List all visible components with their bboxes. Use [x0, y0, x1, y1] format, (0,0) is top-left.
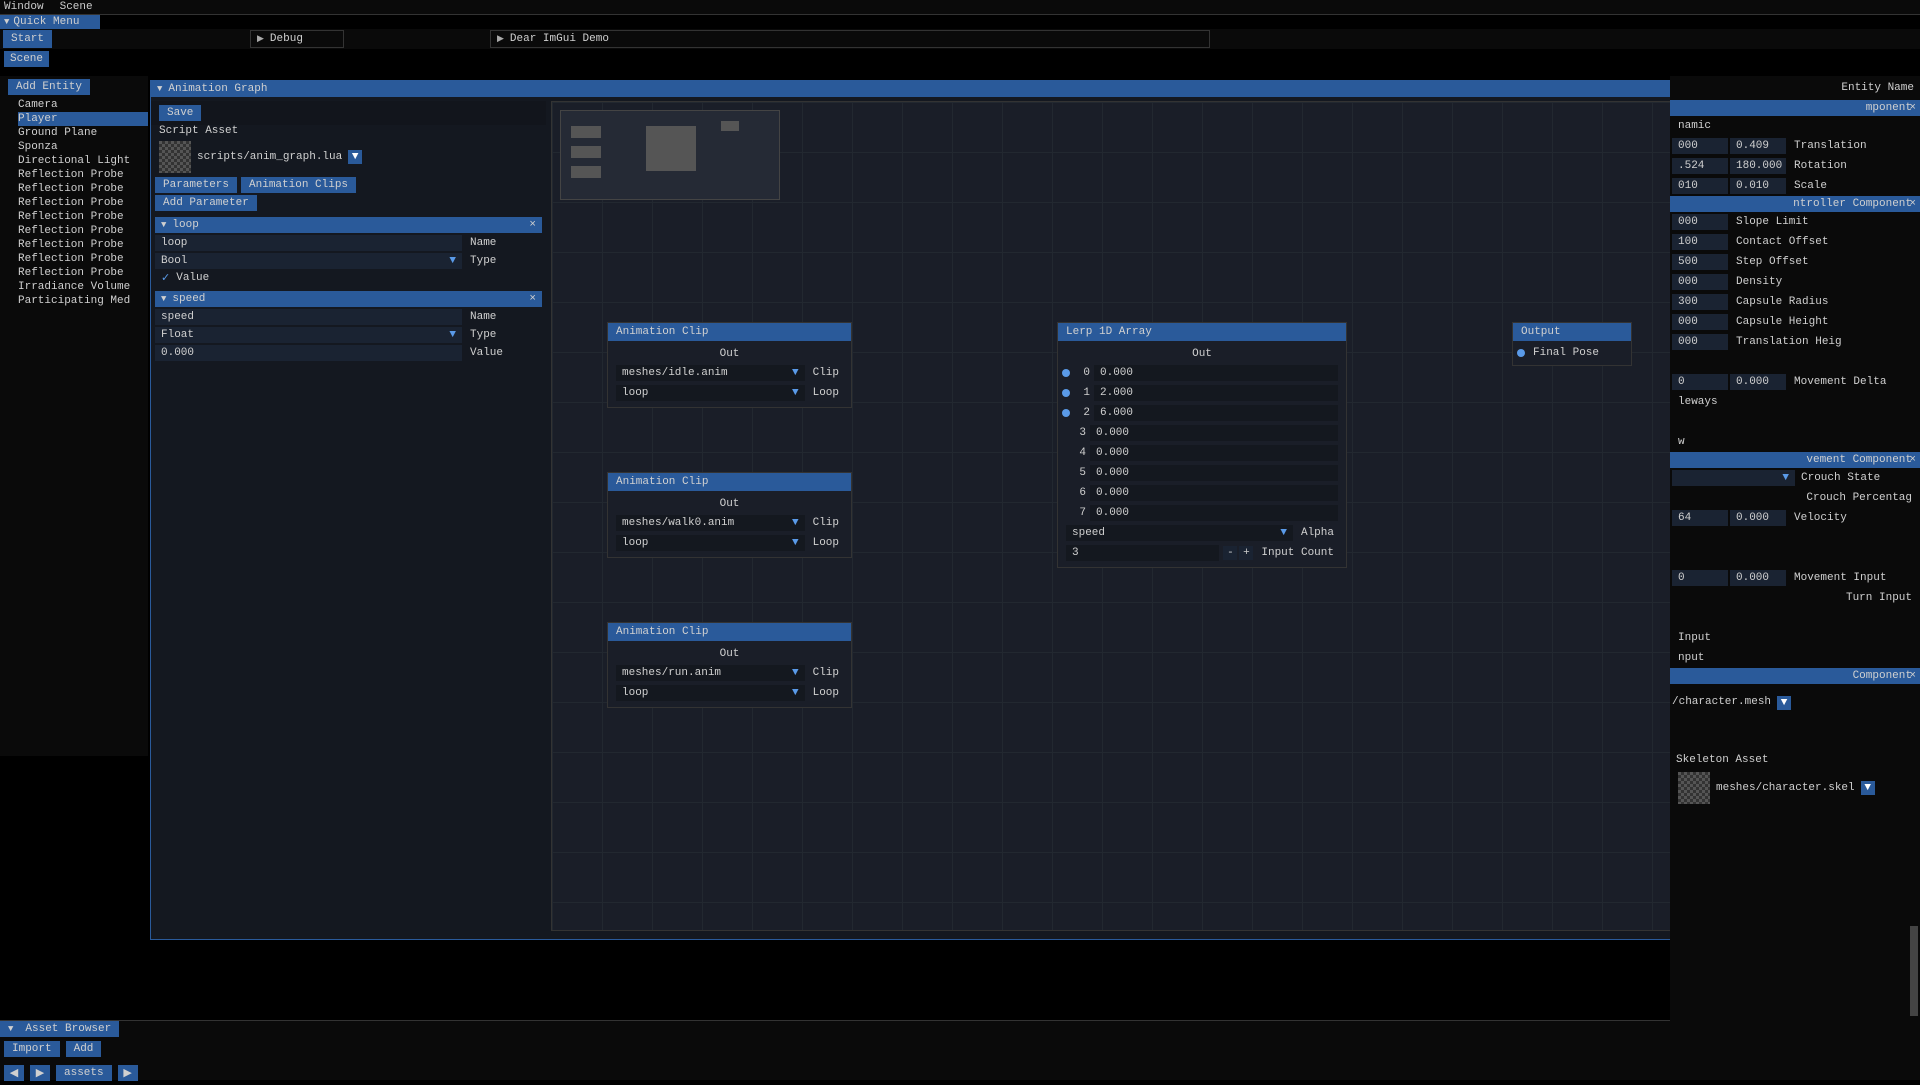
node-lerp-1d-array[interactable]: Lerp 1D Array Out 00.000 12.000 26.000 3… [1057, 322, 1347, 568]
chevron-down-icon [161, 293, 166, 305]
param-name-input[interactable]: speed [155, 309, 462, 325]
chevron-down-icon [161, 219, 166, 231]
decrement-button[interactable]: - [1223, 546, 1237, 560]
scene-item[interactable]: Camera [18, 98, 148, 112]
save-button[interactable]: Save [159, 105, 201, 121]
close-icon[interactable]: × [1909, 454, 1916, 466]
tab-animation-clips[interactable]: Animation Clips [241, 177, 356, 193]
scene-item[interactable]: Irradiance Volume [18, 280, 148, 294]
param-value-checkbox[interactable]: ✓Value [155, 269, 542, 287]
param-header[interactable]: loop × [155, 217, 542, 233]
param-loop: loop × loopName Bool▼Type ✓Value [151, 217, 546, 287]
component-header[interactable]: ntroller Component× [1670, 196, 1920, 212]
menu-scene[interactable]: Scene [60, 1, 93, 13]
asset-browser: Asset Browser Import Add ◀ ▶ assets ▶ [0, 1020, 1670, 1080]
scene-item[interactable]: Reflection Probe [18, 210, 148, 224]
skeleton-asset-row: meshes/character.skel ▼ [1670, 768, 1920, 808]
scene-item[interactable]: Sponza [18, 140, 148, 154]
debug-dropdown[interactable]: Debug [250, 30, 344, 48]
scene-item[interactable]: Participating Med [18, 294, 148, 308]
node-output[interactable]: Output Final Pose [1512, 322, 1632, 366]
scene-item[interactable]: Directional Light [18, 154, 148, 168]
param-type-select[interactable]: Float▼ [155, 327, 462, 343]
asset-thumbnail [1678, 772, 1710, 804]
menu-window[interactable]: Window [4, 1, 44, 13]
demo-dropdown[interactable]: Dear ImGui Demo [490, 30, 1210, 48]
nav-into-button[interactable]: ▶ [118, 1065, 138, 1081]
script-asset-row: scripts/anim_graph.lua ▼ [151, 137, 546, 177]
animation-graph-title[interactable]: Animation Graph [151, 81, 1699, 97]
scene-item[interactable]: Reflection Probe [18, 182, 148, 196]
close-icon[interactable]: × [529, 219, 536, 231]
entity-name-label: Entity Name [1670, 76, 1920, 100]
scene-panel-title: Scene [0, 51, 1920, 67]
scrollbar[interactable] [1910, 926, 1918, 1016]
scene-item[interactable]: Reflection Probe [18, 266, 148, 280]
add-parameter-button[interactable]: Add Parameter [155, 195, 257, 211]
node-animation-clip[interactable]: Animation Clip Out meshes/walk0.anim▼Cli… [607, 472, 852, 558]
close-icon[interactable]: × [1909, 102, 1916, 114]
quick-menu[interactable]: Quick Menu [0, 15, 100, 29]
close-icon[interactable]: × [529, 293, 536, 305]
chevron-down-icon [4, 16, 9, 28]
anim-tabs: Parameters Animation Clips [151, 177, 546, 193]
scene-entity-list: Camera Player Ground Plane Sponza Direct… [0, 98, 148, 308]
dropdown-icon[interactable]: ▼ [348, 150, 362, 164]
scene-panel: Add Entity Camera Player Ground Plane Sp… [0, 76, 148, 756]
menu-bar: Window Scene [0, 0, 1920, 15]
param-type-select[interactable]: Bool▼ [155, 253, 462, 269]
component-header[interactable]: mponent× [1670, 100, 1920, 116]
component-header[interactable]: vement Component× [1670, 452, 1920, 468]
animation-graph-window: Animation Graph Save Script Asset script… [150, 80, 1700, 940]
param-header[interactable]: speed × [155, 291, 542, 307]
script-asset-label: Script Asset [151, 125, 546, 137]
start-button[interactable]: Start [3, 30, 52, 48]
path-segment[interactable]: assets [56, 1065, 112, 1081]
scene-item[interactable]: Reflection Probe [18, 252, 148, 266]
graph-canvas[interactable]: Animation Clip Out meshes/idle.anim▼Clip… [551, 101, 1691, 931]
scene-item[interactable]: Reflection Probe [18, 224, 148, 238]
toolbar: Start Debug Dear ImGui Demo [0, 29, 1920, 49]
tab-parameters[interactable]: Parameters [155, 177, 237, 193]
add-entity-button[interactable]: Add Entity [8, 79, 90, 95]
asset-thumbnail [159, 141, 191, 173]
node-animation-clip[interactable]: Animation Clip Out meshes/run.anim▼Clip … [607, 622, 852, 708]
scene-item[interactable]: Reflection Probe [18, 238, 148, 252]
param-value-input[interactable]: 0.000 [155, 345, 462, 361]
skeleton-asset-label: Skeleton Asset [1670, 752, 1920, 768]
dropdown-icon[interactable]: ▼ [1861, 781, 1875, 795]
param-speed: speed × speedName Float▼Type 0.000Value [151, 291, 546, 361]
minimap[interactable] [560, 110, 780, 200]
script-path: scripts/anim_graph.lua [197, 151, 342, 163]
nav-forward-button[interactable]: ▶ [30, 1065, 50, 1081]
play-icon [257, 33, 264, 45]
inspector-panel: Entity Name mponent× namic 0000.409Trans… [1670, 76, 1920, 1080]
scene-item[interactable]: Reflection Probe [18, 196, 148, 210]
crouch-state-select[interactable]: ▼ [1672, 470, 1795, 486]
close-icon[interactable]: × [1909, 198, 1916, 210]
dropdown-icon[interactable]: ▼ [1777, 696, 1791, 710]
increment-button[interactable]: + [1239, 546, 1253, 560]
component-header[interactable]: Component× [1670, 668, 1920, 684]
node-animation-clip[interactable]: Animation Clip Out meshes/idle.anim▼Clip… [607, 322, 852, 408]
scene-item[interactable]: Reflection Probe [18, 168, 148, 182]
scene-item[interactable]: Player [18, 112, 148, 126]
param-name-input[interactable]: loop [155, 235, 462, 251]
play-icon [497, 33, 504, 45]
chevron-down-icon [157, 83, 162, 95]
scene-item[interactable]: Ground Plane [18, 126, 148, 140]
import-button[interactable]: Import [4, 1041, 60, 1057]
close-icon[interactable]: × [1909, 670, 1916, 682]
nav-back-button[interactable]: ◀ [4, 1065, 24, 1081]
add-button[interactable]: Add [66, 1041, 102, 1057]
